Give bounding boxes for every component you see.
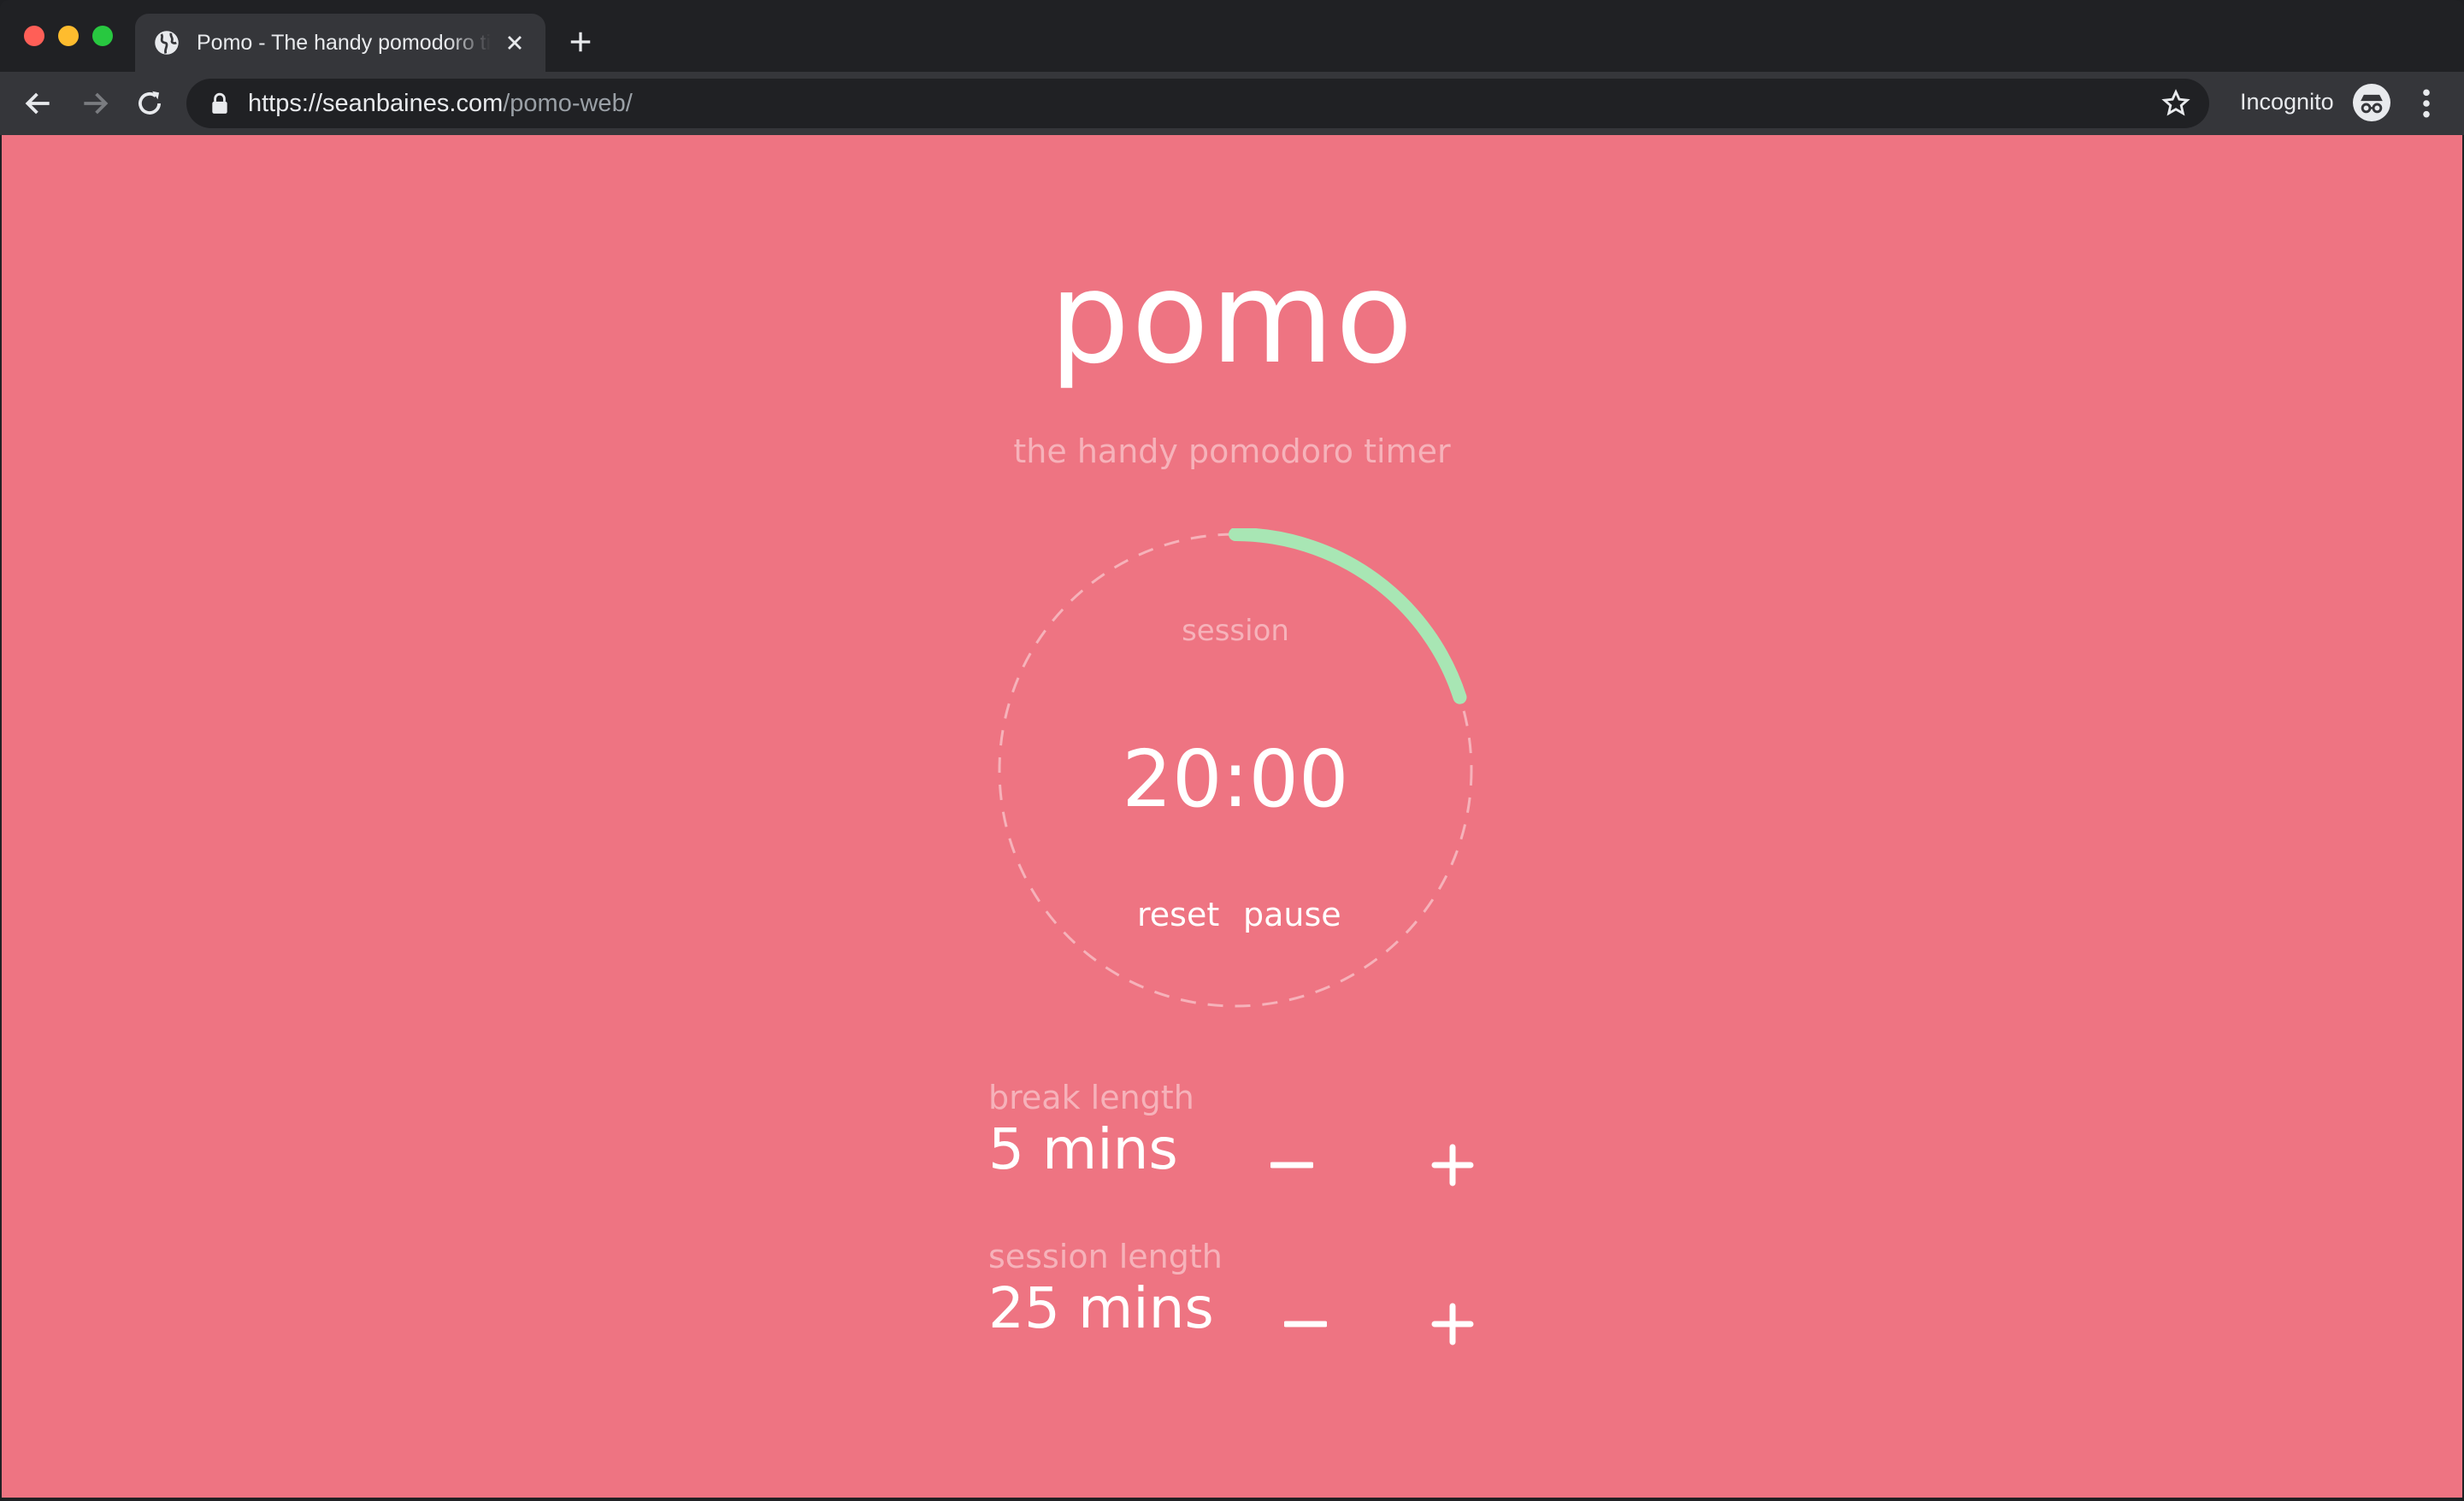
- incognito-icon[interactable]: [2353, 84, 2390, 121]
- page-content: pomo the handy pomodoro timer session 20…: [2, 135, 2462, 1498]
- tab-pomo[interactable]: Pomo - The handy pomodoro timer: [135, 14, 545, 72]
- plus-icon[interactable]: [1431, 1144, 1474, 1186]
- reset-button[interactable]: reset: [1137, 896, 1219, 933]
- arrow-left-icon[interactable]: [22, 87, 55, 120]
- session-length-value: 25 mins: [988, 1275, 1214, 1341]
- url-path: /pomo-web/: [503, 89, 633, 117]
- kebab-menu-icon[interactable]: [2416, 87, 2437, 120]
- star-icon[interactable]: [2161, 89, 2190, 118]
- tab-strip: Pomo - The handy pomodoro timer: [0, 0, 2464, 72]
- break-length-value: 5 mins: [988, 1116, 1178, 1182]
- pomo-logo: pomo: [1049, 244, 1415, 391]
- maximize-window-button[interactable]: [92, 26, 113, 46]
- browser-toolbar: https://seanbaines.com/pomo-web/ Incogni…: [0, 72, 2464, 135]
- minimize-window-button[interactable]: [58, 26, 79, 46]
- minus-icon[interactable]: [1284, 1303, 1327, 1345]
- timer-display: 20:00: [1122, 733, 1349, 825]
- reload-icon[interactable]: [133, 87, 166, 120]
- arrow-right-icon[interactable]: [79, 87, 111, 120]
- url-text: https://seanbaines.com/pomo-web/: [248, 90, 633, 118]
- close-icon[interactable]: [503, 31, 527, 55]
- profile-label[interactable]: Incognito: [2240, 89, 2334, 115]
- timer-mode-label: session: [1182, 614, 1289, 648]
- tagline: the handy pomodoro timer: [1013, 433, 1451, 470]
- minus-icon[interactable]: [1270, 1144, 1313, 1186]
- new-tab-button[interactable]: [568, 29, 593, 55]
- pause-button[interactable]: pause: [1243, 896, 1341, 933]
- tab-title: Pomo - The handy pomodoro timer: [197, 30, 491, 55]
- break-length-label: break length: [988, 1079, 1194, 1116]
- globe-icon: [155, 31, 179, 55]
- lock-icon: [212, 92, 227, 114]
- session-length-label: session length: [988, 1238, 1223, 1275]
- close-window-button[interactable]: [24, 26, 44, 46]
- url-host: https://seanbaines.com: [248, 89, 504, 117]
- plus-icon[interactable]: [1431, 1303, 1474, 1345]
- browser-window: Pomo - The handy pomodoro timer https://…: [0, 0, 2464, 1501]
- address-bar[interactable]: https://seanbaines.com/pomo-web/: [186, 79, 2209, 128]
